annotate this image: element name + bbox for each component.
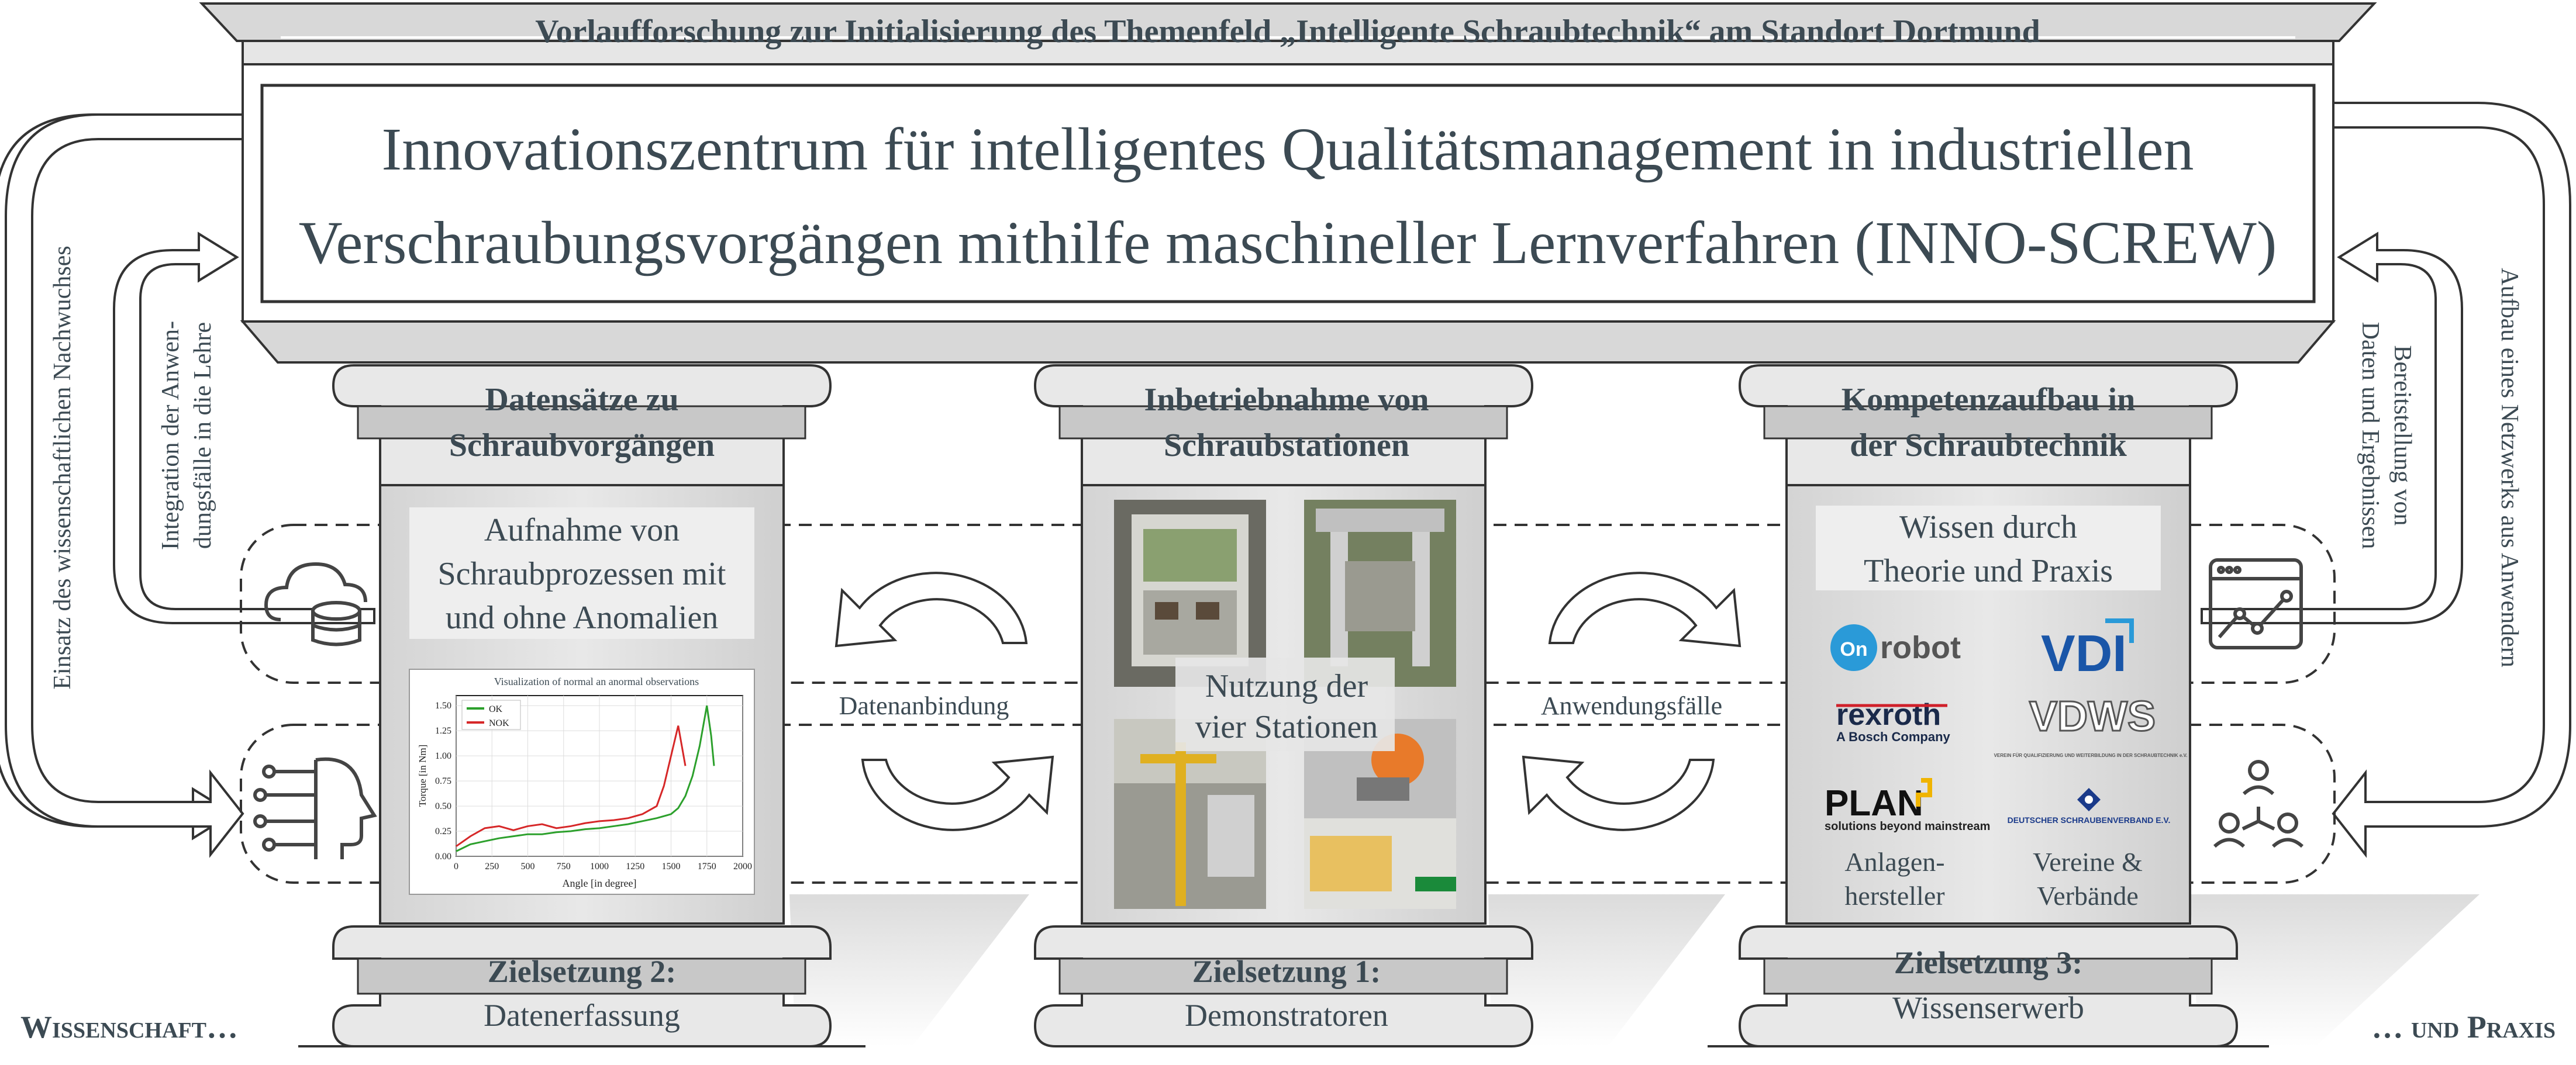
main-title-line1: Innovationszentrum für intelligentes Qua… [382,116,2194,183]
right-col1-line1: Anlagen- [1844,847,1944,877]
chart-xtick-label: 750 [557,862,571,872]
chart-ytick-label: 1.50 [435,701,451,711]
chart-ytick-label: 1.25 [435,726,451,736]
cloud-database-icon [264,562,367,646]
svg-text:On: On [1840,638,1867,661]
right-box-line1: Wissen durch [1899,509,2077,545]
svg-text:A Bosch Company: A Bosch Company [1836,729,1951,744]
svg-text:rexroth: rexroth [1836,698,1941,732]
chart-xtick-label: 1250 [626,862,644,872]
inner-left-label-line1: Integration der Anwen- [157,321,184,550]
vdi-logo: VDI [2041,618,2134,682]
outer-right-label: Aufbau eines Netzwerks aus Anwendern [2496,268,2523,667]
chart-xtick-label: 0 [454,862,458,872]
connector-left-label: Datenanbindung [839,691,1009,720]
left-cap-line1: Datensätze zu [485,382,678,418]
onrobot-logo: On robot [1830,624,1961,671]
right-cap-line1: Kompetenzaufbau in [1842,382,2136,418]
rexroth-logo: rexroth A Bosch Company [1836,698,1951,744]
legend-nok: NOK [489,718,509,728]
left-box-line3: und ohne Anomalien [446,600,719,636]
network-people-icon [2213,760,2304,848]
main-title-line2: Verschraubungsvorgängen mithilfe maschin… [299,209,2277,276]
analytics-window-icon [2209,558,2303,649]
arrow-right-upper [1548,572,1742,648]
center-cap-line2: Schraubstationen [1164,427,1409,464]
svg-text:robot: robot [1880,630,1961,665]
chart: Visualization of normal an anormal obser… [409,669,755,895]
svg-text:PLAN: PLAN [1825,783,1923,824]
column-right [1738,364,2239,1047]
arrow-right-lower [1522,755,1715,831]
header-title: Vorlaufforschung zur Initialisierung des… [535,13,2040,50]
chart-ytick-label: 1.00 [435,751,451,761]
chart-xtick-label: 2000 [733,862,752,872]
chart-ytick-label: 0.50 [435,801,451,811]
diagram-canvas: Vorlaufforschung zur Initialisierung des… [0,2,2571,1047]
inner-left-label-line2: dungsfälle in die Lehre [189,322,216,549]
chart-xtick-label: 1750 [698,862,716,872]
stations-overlay-line2: vier Stationen [1195,709,1378,745]
footer-left: Wissenschaft… [20,1009,238,1045]
chart-xtick-label: 1500 [662,862,681,872]
chart-ytick-label: 0.75 [435,776,451,786]
arrow-left-upper [834,572,1028,648]
arrow-left-lower [861,755,1054,831]
chart-ytick-label: 0.00 [435,852,451,862]
roof [199,2,2377,364]
svg-text:DEUTSCHER SCHRAUBENVERBAND E.V: DEUTSCHER SCHRAUBENVERBAND E.V. [2008,815,2171,825]
chart-xtick-label: 250 [485,862,499,872]
left-base-title: Zielsetzung 2: [488,954,676,989]
right-col2-line2: Verbände [2037,881,2139,911]
left-base-sub: Datenerfassung [484,998,680,1033]
left-box-line2: Schraubprozessen mit [438,556,726,592]
right-col2-line1: Vereine & [2033,847,2143,877]
right-col1-line2: hersteller [1844,881,1944,911]
stations-overlay-line1: Nutzung der [1205,668,1368,704]
right-cap-line2: der Schraubtechnik [1850,427,2127,464]
chart-xlabel: Angle [in degree] [563,877,637,889]
ai-head-icon [253,757,377,859]
svg-text:VEREIN FÜR QUALIFIZIERUNG UND: VEREIN FÜR QUALIFIZIERUNG UND WEITERBILD… [1994,753,2188,758]
chart-ylabel: Torque [in Nm] [417,745,428,807]
center-cap-line1: Inbetriebnahme von [1144,382,1429,418]
legend-ok: OK [489,704,503,714]
right-base-sub: Wissenserwerb [1892,990,2084,1025]
svg-text:VDWS: VDWS [2029,693,2156,740]
svg-text:VDI: VDI [2041,624,2127,682]
svg-text:solutions beyond mainstream: solutions beyond mainstream [1825,820,1990,833]
footer-right: … und Praxis [2371,1009,2556,1045]
connector-right-label: Anwendungsfälle [1541,691,1722,720]
right-base-title: Zielsetzung 3: [1894,945,2082,980]
center-base-title: Zielsetzung 1: [1192,954,1381,989]
chart-xtick-label: 500 [521,862,535,872]
inner-right-label-line1: Bereitstellung von [2389,345,2416,525]
left-box-line1: Aufnahme von [484,512,680,548]
chart-title: Visualization of normal an anormal obser… [494,676,699,687]
chart-xtick-label: 1000 [590,862,609,872]
chart-ytick-label: 0.25 [435,827,451,836]
inner-right-label-line2: Daten und Ergebnissen [2357,322,2384,549]
right-box-line2: Theorie und Praxis [1864,553,2113,589]
outer-left-label: Einsatz des wissenschaftlichen Nachwuchs… [49,245,76,689]
center-base-sub: Demonstratoren [1185,998,1388,1033]
left-cap-line2: Schraubvorgängen [449,427,715,464]
chart-legend: OK NOK [461,700,521,730]
